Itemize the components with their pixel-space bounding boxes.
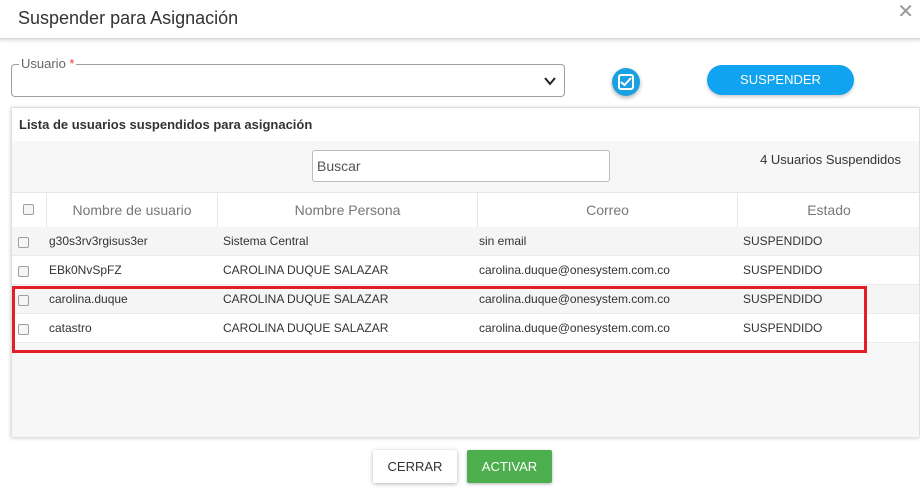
column-header-status[interactable]: Estado bbox=[737, 193, 920, 227]
usuario-label: Usuario * bbox=[19, 56, 77, 71]
cell-username: catastro bbox=[49, 321, 92, 335]
panel-title: Lista de usuarios suspendidos para asign… bbox=[19, 117, 313, 132]
row-checkbox[interactable] bbox=[18, 324, 29, 335]
usuario-select[interactable] bbox=[11, 64, 565, 97]
select-all-toggle[interactable] bbox=[612, 68, 640, 96]
select-all-checkbox[interactable] bbox=[23, 204, 34, 215]
row-checkbox[interactable] bbox=[18, 295, 29, 306]
cell-username: g30s3rv3rgisus3er bbox=[49, 234, 148, 248]
cell-person: CAROLINA DUQUE SALAZAR bbox=[223, 292, 389, 306]
cell-username: EBk0NvSpFZ bbox=[49, 263, 122, 277]
cell-email: carolina.duque@onesystem.com.co bbox=[479, 321, 670, 335]
suspend-button[interactable]: SUSPENDER bbox=[707, 65, 854, 95]
cell-person: CAROLINA DUQUE SALAZAR bbox=[223, 263, 389, 277]
table-row[interactable]: g30s3rv3rgisus3er Sistema Central sin em… bbox=[12, 227, 919, 256]
cell-username: carolina.duque bbox=[49, 292, 128, 306]
cell-status: SUSPENDIDO bbox=[743, 234, 823, 248]
cell-email: sin email bbox=[479, 234, 527, 248]
check-icon bbox=[620, 77, 632, 87]
panel-body: 4 Usuarios Suspendidos Nombre de usuario… bbox=[12, 141, 919, 437]
column-header-username[interactable]: Nombre de usuario bbox=[46, 193, 217, 227]
panel-header: Lista de usuarios suspendidos para asign… bbox=[12, 108, 919, 142]
search-input[interactable] bbox=[312, 150, 610, 182]
activar-button[interactable]: ACTIVAR bbox=[467, 450, 552, 483]
cell-person: Sistema Central bbox=[223, 234, 309, 248]
suspended-count: 4 Usuarios Suspendidos bbox=[760, 152, 901, 167]
table-row[interactable]: catastro CAROLINA DUQUE SALAZAR carolina… bbox=[12, 314, 919, 343]
table-row[interactable]: EBk0NvSpFZ CAROLINA DUQUE SALAZAR caroli… bbox=[12, 256, 919, 285]
row-checkbox[interactable] bbox=[18, 237, 29, 248]
table-row[interactable]: carolina.duque CAROLINA DUQUE SALAZAR ca… bbox=[12, 285, 919, 314]
cell-status: SUSPENDIDO bbox=[743, 263, 823, 277]
column-header-email[interactable]: Correo bbox=[477, 193, 737, 227]
dialog-title: Suspender para Asignación bbox=[18, 8, 239, 28]
column-header-person[interactable]: Nombre Persona bbox=[217, 193, 477, 227]
cell-status: SUSPENDIDO bbox=[743, 292, 823, 306]
cell-person: CAROLINA DUQUE SALAZAR bbox=[223, 321, 389, 335]
row-checkbox[interactable] bbox=[18, 266, 29, 277]
close-icon[interactable]: ✕ bbox=[897, 2, 914, 22]
cell-email: carolina.duque@onesystem.com.co bbox=[479, 292, 670, 306]
chevron-down-icon bbox=[544, 77, 556, 86]
cell-email: carolina.duque@onesystem.com.co bbox=[479, 263, 670, 277]
cerrar-button[interactable]: CERRAR bbox=[373, 450, 457, 483]
required-mark: * bbox=[69, 56, 75, 71]
cell-status: SUSPENDIDO bbox=[743, 321, 823, 335]
table-header: Nombre de usuario Nombre Persona Correo … bbox=[12, 192, 919, 228]
dialog-header: Suspender para Asignación ✕ bbox=[0, 0, 920, 39]
suspended-users-panel: Lista de usuarios suspendidos para asign… bbox=[11, 107, 920, 437]
